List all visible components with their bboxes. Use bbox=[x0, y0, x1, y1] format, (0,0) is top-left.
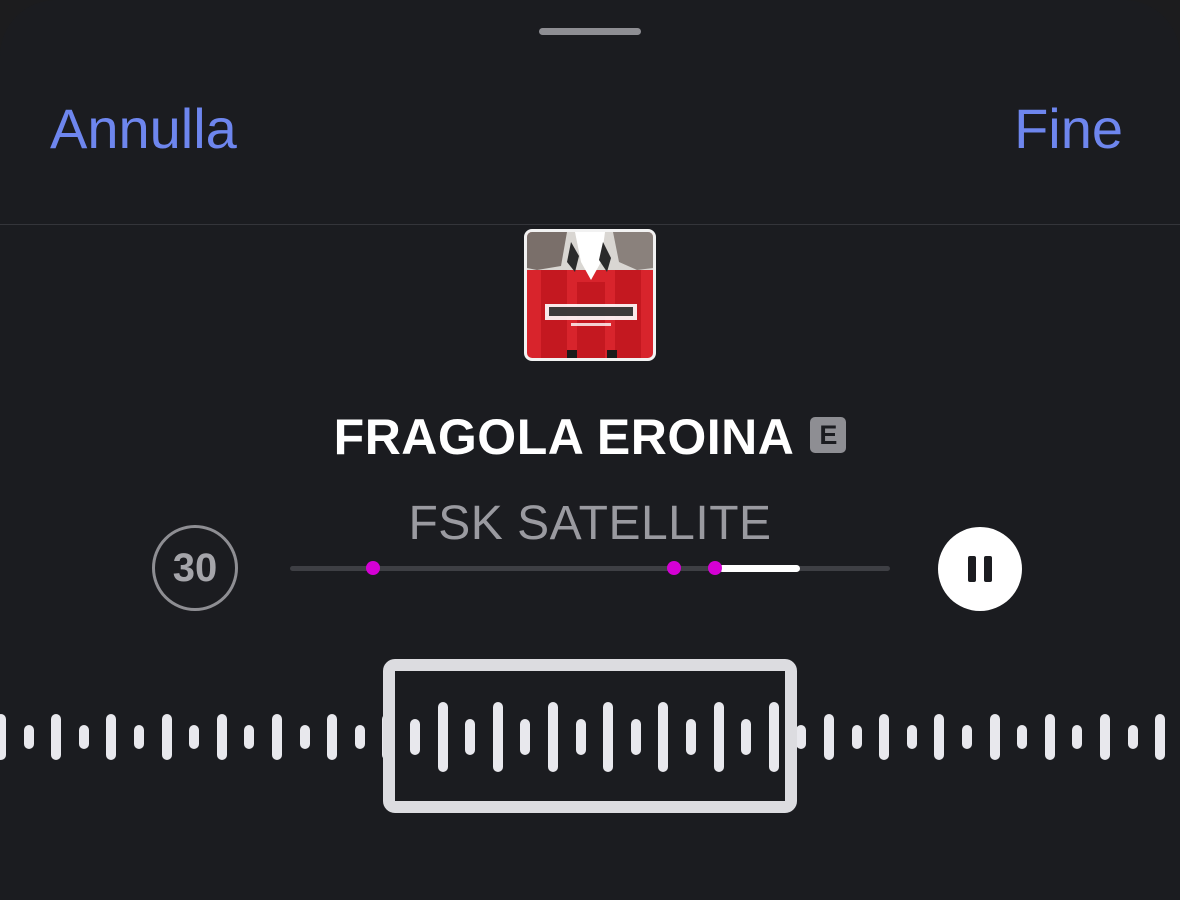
waveform-bar bbox=[989, 714, 1000, 760]
cancel-button[interactable]: Annulla bbox=[50, 96, 237, 162]
waveform-bar bbox=[962, 725, 972, 749]
sheet-grabber[interactable] bbox=[539, 28, 641, 35]
waveform-bar bbox=[851, 725, 862, 749]
waveform-bar bbox=[934, 714, 945, 760]
skip-30-button[interactable]: 30 bbox=[152, 525, 238, 611]
waveform-bar bbox=[1127, 725, 1138, 749]
header-divider bbox=[0, 224, 1180, 225]
waveform-bar bbox=[244, 725, 255, 749]
waveform-bar bbox=[299, 725, 310, 749]
waveform-bar bbox=[134, 725, 144, 749]
song-title-row: FRAGOLA EROINA E bbox=[0, 408, 1180, 470]
waveform-bar bbox=[23, 725, 34, 749]
marker-dot bbox=[366, 561, 380, 575]
waveform-bar bbox=[78, 725, 89, 749]
marker-dot bbox=[708, 561, 722, 575]
waveform-bar bbox=[906, 725, 917, 749]
waveform-bar bbox=[272, 714, 282, 760]
waveform-bar bbox=[879, 714, 890, 760]
waveform-bar bbox=[796, 725, 807, 749]
done-button[interactable]: Fine bbox=[1014, 96, 1123, 162]
marker-dot bbox=[667, 561, 681, 575]
waveform-bar bbox=[1072, 725, 1083, 749]
waveform-bar bbox=[354, 725, 365, 749]
waveform-bar bbox=[1017, 725, 1028, 749]
waveform-bar bbox=[327, 714, 338, 760]
trim-sheet: Annulla Fine FRAGOLA EROINA E FSK SATELLI… bbox=[0, 0, 1180, 900]
waveform-bar bbox=[0, 714, 6, 760]
waveform-bar bbox=[216, 714, 227, 760]
explicit-badge: E bbox=[810, 417, 847, 453]
waveform-bar bbox=[106, 714, 117, 760]
waveform-bar bbox=[824, 714, 834, 760]
pause-button[interactable] bbox=[938, 527, 1022, 611]
waveform-bar bbox=[1100, 714, 1110, 760]
waveform-bar bbox=[161, 714, 172, 760]
song-title: FRAGOLA EROINA bbox=[333, 409, 795, 465]
waveform-bar bbox=[51, 714, 62, 760]
trim-selection-window[interactable] bbox=[383, 659, 797, 813]
album-artwork bbox=[524, 229, 656, 361]
skip-30-icon: 30 bbox=[172, 546, 218, 590]
progress-track[interactable] bbox=[290, 561, 890, 575]
progress-fill bbox=[719, 565, 800, 572]
waveform-bar bbox=[1044, 714, 1055, 760]
album-artwork-image bbox=[527, 232, 653, 358]
waveform-bar bbox=[1155, 714, 1166, 760]
waveform-bar bbox=[189, 725, 200, 749]
